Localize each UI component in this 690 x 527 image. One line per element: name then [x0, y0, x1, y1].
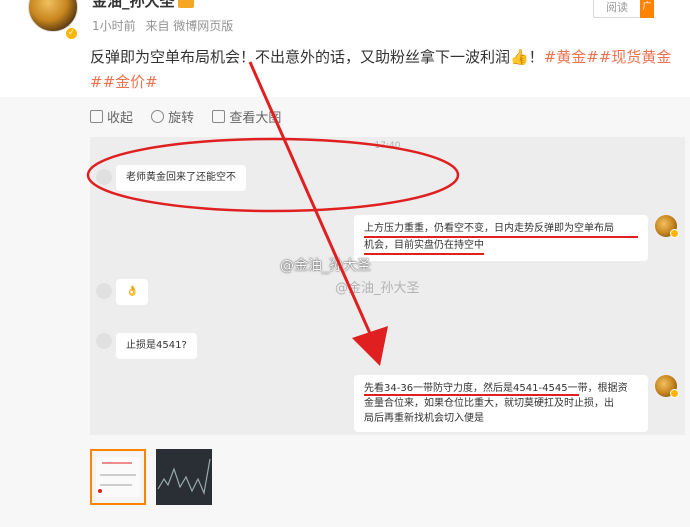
chat-reply-right: 上方压力重重，仍看空不变，日内走势反弹即为空单布局 机会，目前实盘仍在持空中 — [354, 215, 648, 261]
chat-reply-right: 先看34-36一带防守力度，然后是4541-4545一带，根据资 金量合位来，如… — [354, 375, 648, 432]
chat-screenshot[interactable]: 17:40 老师黄金回来了还能空不 上方压力重重，仍看空不变，日内走势反弹即为空… — [90, 137, 685, 435]
post-time[interactable]: 1小时前 — [92, 19, 136, 33]
chat-message-left: 👌 — [116, 279, 149, 305]
chat-avatar-left — [96, 283, 112, 299]
chat-avatar-left — [96, 333, 112, 349]
collapse-button[interactable]: 收起 — [90, 107, 133, 126]
watermark-main: @金油_孙大圣 — [280, 258, 371, 274]
thumbnail-2[interactable] — [156, 449, 212, 505]
tag-gold[interactable]: #黄金# — [544, 48, 599, 66]
chat-message-left: 老师黄金回来了还能空不 — [116, 165, 246, 191]
rotate-icon — [151, 110, 165, 123]
rotate-button[interactable]: 旋转 — [151, 107, 194, 126]
post-content: 反弹即为空单布局机会！不出意外的话，又助粉丝拿下一波利润👍！#黄金##现货黄金#… — [90, 45, 680, 95]
thumbnail-2-preview — [157, 458, 211, 496]
media-toolbar: 收起 旋转 查看大图 — [90, 107, 295, 127]
chat-avatar-left — [96, 169, 112, 185]
username[interactable]: 金油_孙大圣 — [92, 0, 194, 11]
verified-badge-icon — [670, 389, 679, 398]
magnifier-icon — [212, 110, 226, 123]
chat-timestamp: 17:40 — [374, 141, 401, 151]
collapse-icon — [90, 110, 103, 123]
post-meta: 1小时前 来自 微博网页版 — [92, 17, 239, 34]
post-text: 反弹即为空单布局机会！不出意外的话，又助粉丝拿下一波利润👍！ — [90, 48, 544, 66]
post-header: ✓ 金油_孙大圣 1小时前 来自 微博网页版 阅读 广 — [0, 0, 690, 42]
post-source: 来自 微博网页版 — [145, 19, 234, 33]
vip-crown-icon — [177, 0, 194, 8]
thumbnail-1-preview — [96, 457, 140, 497]
read-button[interactable]: 阅读 — [593, 0, 641, 18]
view-large-button[interactable]: 查看大图 — [212, 107, 281, 126]
ad-badge: 广 — [640, 0, 654, 18]
thumbnail-1[interactable] — [90, 449, 146, 505]
media-viewer: 收起 旋转 查看大图 17:40 老师黄金回来了还能空不 上方压力重重，仍看空不… — [0, 97, 690, 527]
verified-badge-icon — [670, 229, 679, 238]
verified-badge-icon: ✓ — [64, 26, 79, 41]
chat-message-left: 止损是4541? — [116, 333, 197, 359]
tag-gold-price[interactable]: #金价# — [103, 73, 158, 91]
watermark-sub: @金油_孙大圣 — [335, 281, 420, 296]
